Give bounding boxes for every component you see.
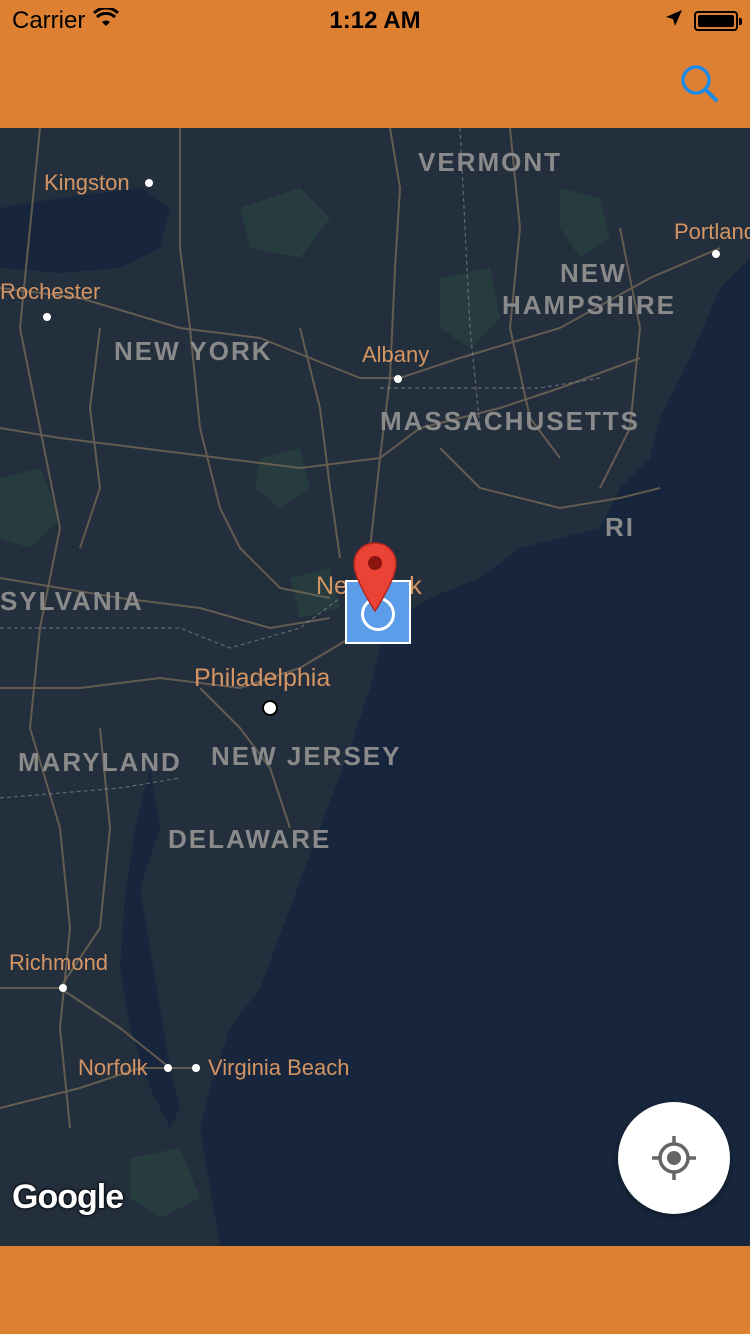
state-label-vermont: VERMONT — [418, 147, 562, 177]
city-label-kingston: Kingston — [44, 170, 130, 195]
city-label-albany: Albany — [362, 342, 430, 367]
city-dot — [262, 700, 278, 716]
city-dot — [164, 1064, 172, 1072]
state-label-new-jersey: NEW JERSEY — [211, 741, 402, 771]
city-label-richmond: Richmond — [9, 950, 109, 975]
map-view[interactable]: Kingston Rochester Portland Albany New Y… — [0, 128, 750, 1246]
state-label-massachusetts: MASSACHUSETTS — [380, 406, 641, 436]
battery-fill — [698, 14, 734, 27]
city-dot — [394, 375, 402, 383]
location-arrow-icon — [664, 8, 684, 33]
city-dot — [712, 250, 720, 258]
state-label-ri: RI — [605, 512, 635, 542]
map-pin-icon[interactable] — [352, 541, 398, 613]
nav-bar — [0, 40, 750, 128]
bottom-bar — [0, 1246, 750, 1334]
city-label-portland: Portland — [674, 219, 750, 244]
google-attribution: Google — [12, 1178, 124, 1216]
status-bar: Carrier 1:12 AM — [0, 0, 750, 40]
my-location-button[interactable] — [618, 1102, 730, 1214]
state-label-delaware: DELAWARE — [168, 824, 332, 854]
state-label-new-york: NEW YORK — [114, 336, 273, 366]
crosshair-icon — [652, 1136, 696, 1180]
city-label-rochester: Rochester — [0, 279, 101, 304]
battery-icon — [694, 10, 742, 31]
search-button[interactable] — [678, 62, 722, 106]
city-dot — [59, 984, 67, 992]
state-label-new-hampshire-2: HAMPSHIRE — [502, 290, 677, 320]
city-dot — [43, 313, 51, 321]
city-dot — [192, 1064, 200, 1072]
city-label-virginia-beach: Virginia Beach — [208, 1055, 350, 1080]
city-label-norfolk: Norfolk — [78, 1055, 148, 1080]
state-label-maryland: MARYLAND — [18, 747, 182, 777]
status-right — [664, 8, 742, 33]
search-icon — [681, 65, 718, 102]
city-dot — [145, 179, 153, 187]
city-label-philadelphia: Philadelphia — [194, 664, 331, 692]
status-time: 1:12 AM — [329, 7, 421, 34]
state-label-pennsylvania: SYLVANIA — [0, 586, 144, 616]
state-label-new-hampshire-1: NEW — [560, 258, 627, 288]
